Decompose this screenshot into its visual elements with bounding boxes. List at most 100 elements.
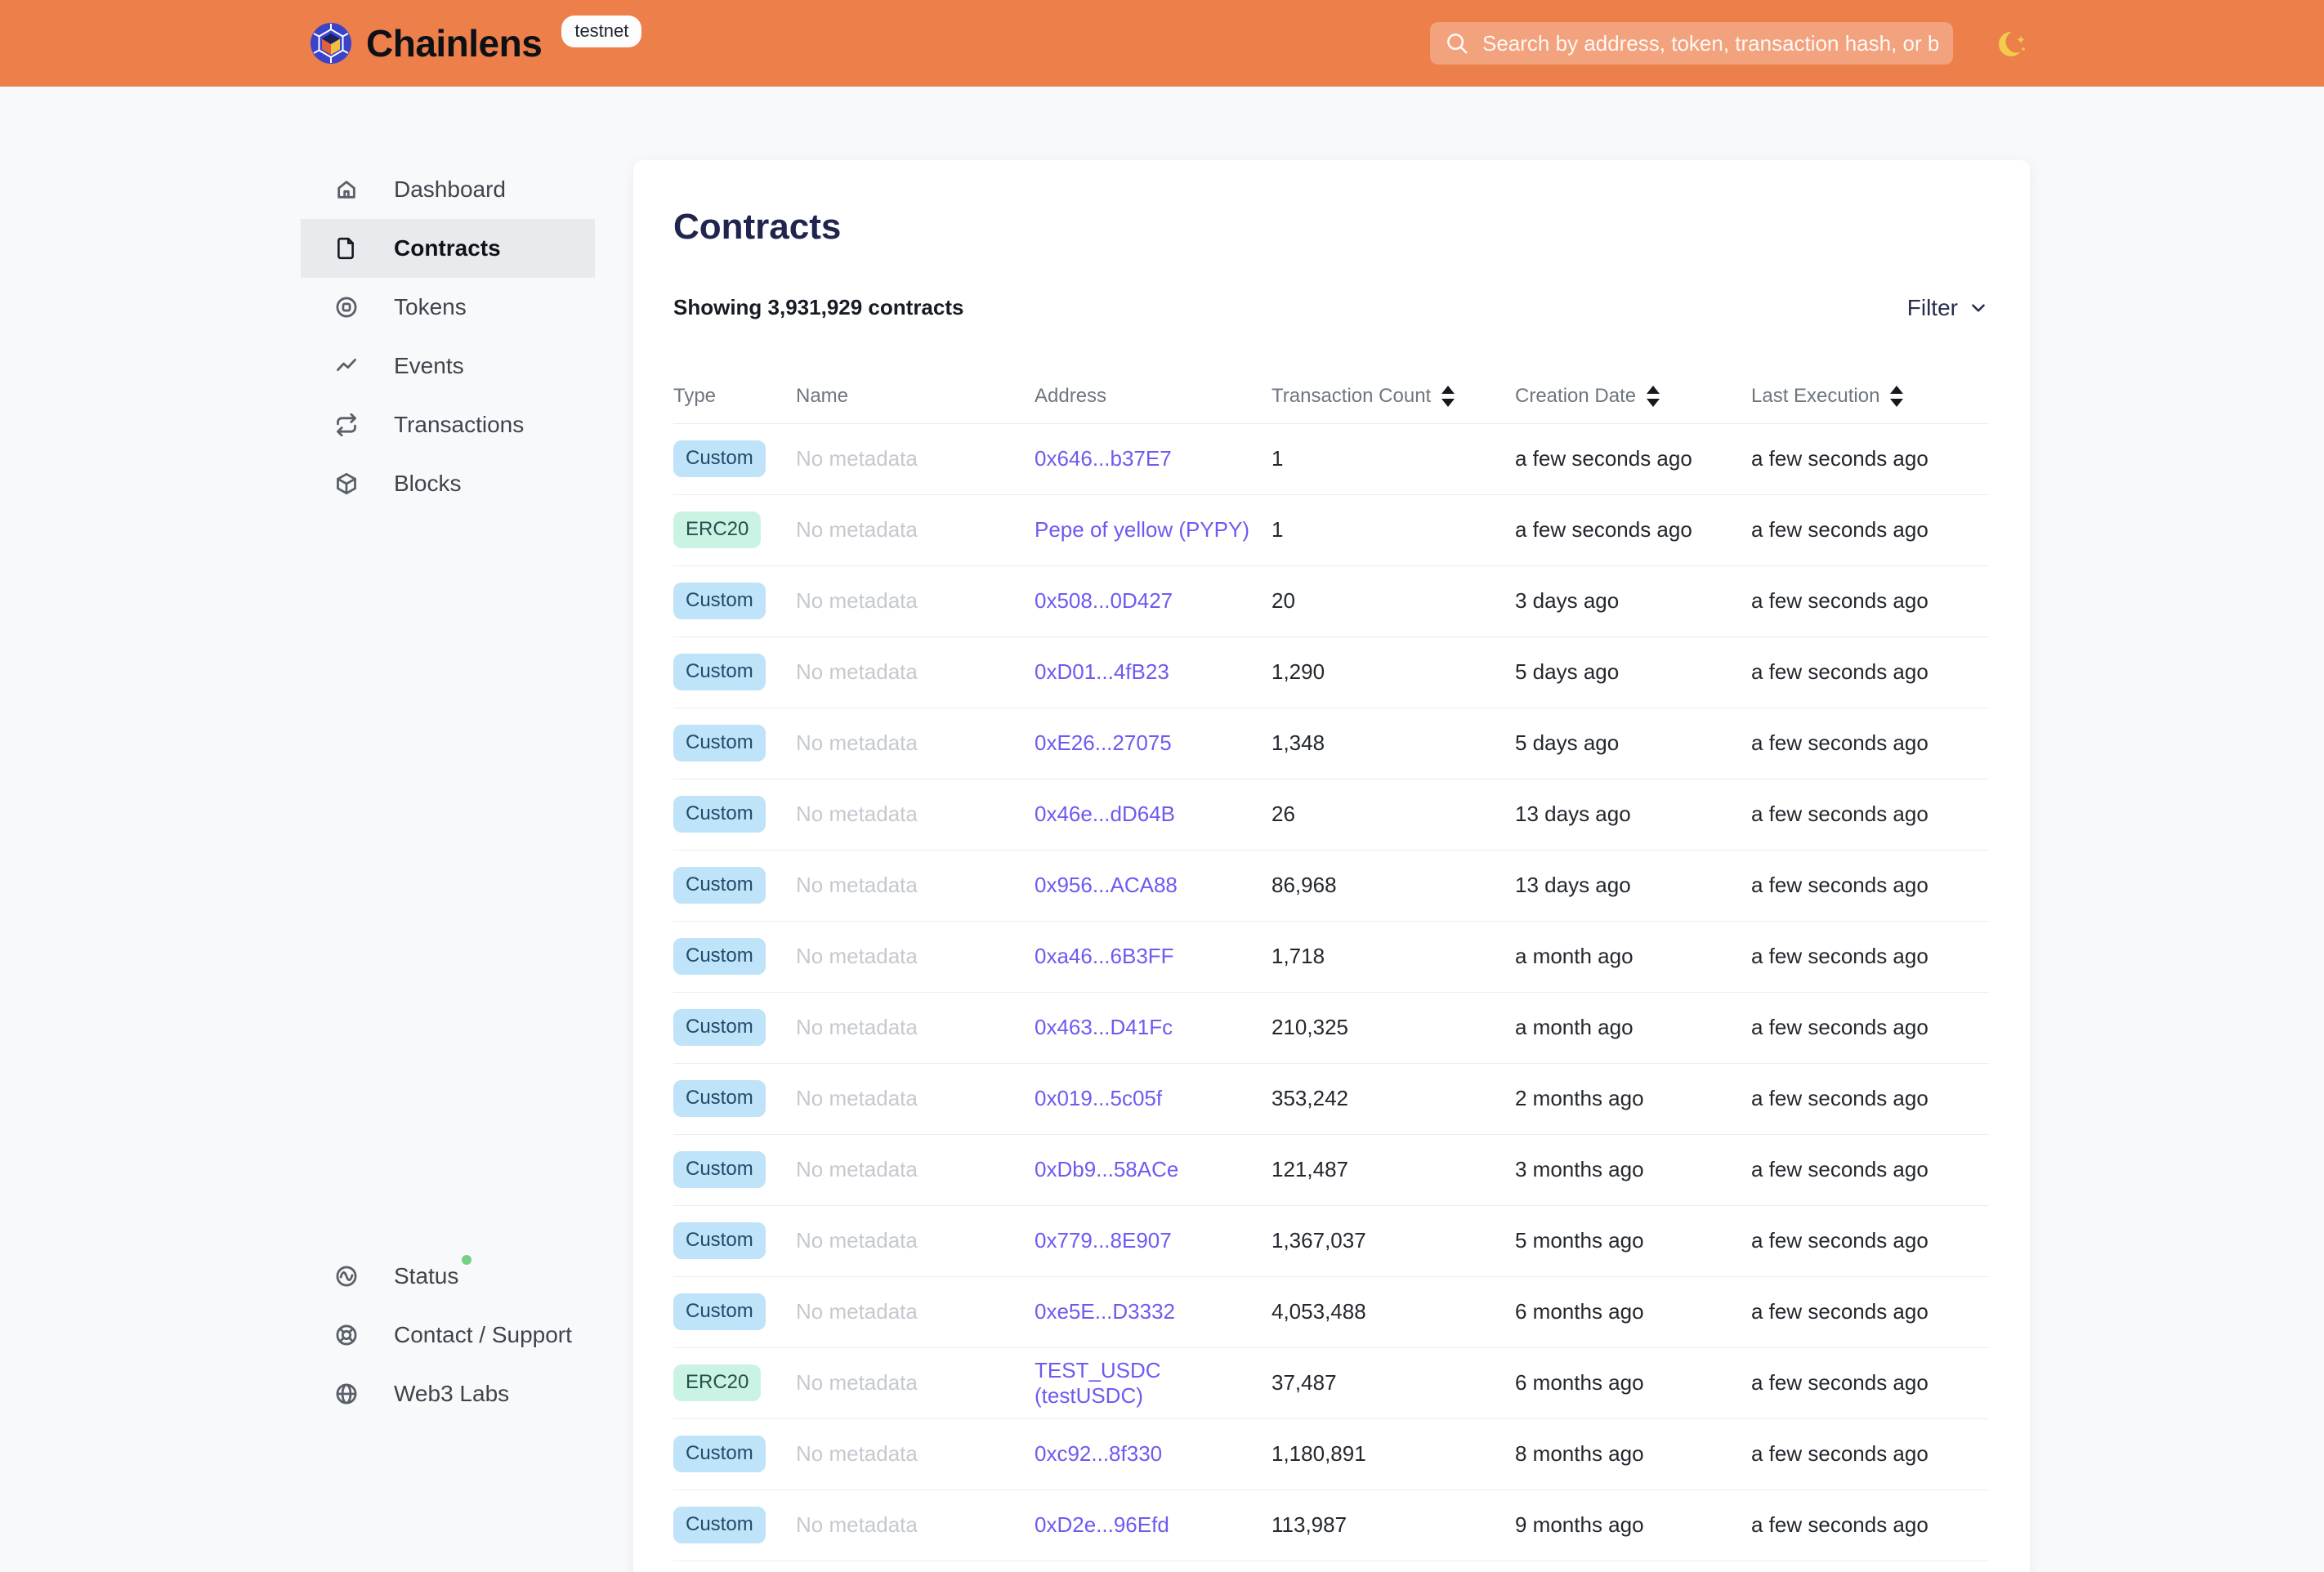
table-row: Custom No metadata 0xa46...6B3FF 1,718 a mon…: [673, 922, 1989, 993]
name-cell: No metadata: [796, 1370, 918, 1396]
name-cell: No metadata: [796, 446, 918, 471]
transaction-count-cell: 121,487: [1271, 1157, 1348, 1182]
column-header-creation-date[interactable]: Creation Date: [1515, 385, 1751, 423]
sidebar-item-events[interactable]: Events: [301, 337, 595, 395]
transaction-count-cell: 37,487: [1271, 1370, 1337, 1396]
creation-date-cell: a few seconds ago: [1515, 446, 1692, 471]
column-header-last-execution[interactable]: Last Execution: [1751, 385, 1989, 423]
column-header-type: Type: [673, 384, 717, 407]
table-row: Custom No metadata 0x019...5c05f 353,242 2 m…: [673, 1064, 1989, 1135]
transaction-count-cell: 1: [1271, 517, 1284, 543]
type-badge: ERC20: [673, 1364, 762, 1402]
document-icon: [335, 237, 358, 260]
transaction-count-cell: 353,242: [1271, 1086, 1348, 1111]
transaction-count-cell: 86,968: [1271, 873, 1337, 898]
search-icon: [1447, 33, 1468, 54]
creation-date-cell: 13 days ago: [1515, 873, 1631, 898]
name-cell: No metadata: [796, 873, 918, 898]
transaction-count-cell: 1,718: [1271, 944, 1325, 969]
creation-date-cell: 3 months ago: [1515, 1157, 1644, 1182]
address-link[interactable]: 0x508...0D427: [1035, 588, 1173, 613]
creation-date-cell: 5 days ago: [1515, 659, 1620, 685]
name-cell: No metadata: [796, 1441, 918, 1467]
table-body: Custom No metadata 0x646...b37E7 1 a few sec…: [673, 424, 1989, 1561]
creation-date-cell: 9 months ago: [1515, 1512, 1644, 1538]
creation-date-cell: 6 months ago: [1515, 1299, 1644, 1324]
last-execution-cell: a few seconds ago: [1751, 517, 1928, 543]
type-badge: Custom: [673, 654, 766, 691]
creation-date-cell: 5 days ago: [1515, 730, 1620, 756]
address-link[interactable]: 0x463...D41Fc: [1035, 1015, 1173, 1039]
name-cell: No metadata: [796, 944, 918, 969]
filter-button[interactable]: Filter: [1907, 295, 1989, 321]
address-link[interactable]: 0xD2e...96Efd: [1035, 1512, 1169, 1537]
last-execution-cell: a few seconds ago: [1751, 1370, 1928, 1396]
table-header-row: Type Name Address Transaction Count Creation…: [673, 367, 1989, 424]
address-link[interactable]: TEST_USDC (testUSDC): [1035, 1358, 1161, 1408]
transaction-count-cell: 1: [1271, 446, 1284, 471]
name-cell: No metadata: [796, 659, 918, 685]
address-link[interactable]: 0x779...8E907: [1035, 1228, 1172, 1253]
sidebar-item-transactions[interactable]: Transactions: [301, 395, 595, 454]
global-search[interactable]: [1430, 22, 1953, 65]
type-badge: Custom: [673, 1151, 766, 1189]
type-badge: Custom: [673, 1080, 766, 1118]
last-execution-cell: a few seconds ago: [1751, 446, 1928, 471]
address-link[interactable]: 0x46e...dD64B: [1035, 802, 1175, 826]
contracts-panel: Contracts Showing 3,931,929 contracts Fi…: [633, 160, 2030, 1572]
address-link[interactable]: 0xE26...27075: [1035, 730, 1172, 755]
creation-date-cell: 2 months ago: [1515, 1086, 1644, 1111]
sidebar-item-status[interactable]: Status: [301, 1247, 595, 1306]
creation-date-cell: a few seconds ago: [1515, 517, 1692, 543]
name-cell: No metadata: [796, 517, 918, 543]
address-link[interactable]: 0x019...5c05f: [1035, 1086, 1162, 1110]
name-cell: No metadata: [796, 802, 918, 827]
column-header-transaction-count[interactable]: Transaction Count: [1271, 385, 1515, 423]
table-row: Custom No metadata 0xe5E...D3332 4,053,488 6…: [673, 1277, 1989, 1348]
address-link[interactable]: 0xe5E...D3332: [1035, 1299, 1175, 1324]
last-execution-cell: a few seconds ago: [1751, 802, 1928, 827]
sidebar-item-blocks[interactable]: Blocks: [301, 454, 595, 513]
last-execution-cell: a few seconds ago: [1751, 1441, 1928, 1467]
table-row: Custom No metadata 0x508...0D427 20 3 days a…: [673, 566, 1989, 637]
sidebar-item-dashboard[interactable]: Dashboard: [301, 160, 595, 219]
address-link[interactable]: 0xD01...4fB23: [1035, 659, 1169, 684]
transaction-count-cell: 1,180,891: [1271, 1441, 1366, 1467]
sidebar-item-contracts[interactable]: Contracts: [301, 219, 595, 278]
table-row: Custom No metadata 0xc92...8f330 1,180,891 8…: [673, 1419, 1989, 1490]
moon-icon[interactable]: [1994, 25, 2031, 62]
transaction-count-cell: 1,290: [1271, 659, 1325, 685]
last-execution-cell: a few seconds ago: [1751, 1512, 1928, 1538]
name-cell: No metadata: [796, 1157, 918, 1182]
address-link[interactable]: 0xc92...8f330: [1035, 1441, 1162, 1466]
sort-icon[interactable]: [1889, 385, 1904, 413]
table-row: ERC20 No metadata TEST_USDC (testUSDC) 37,4…: [673, 1348, 1989, 1419]
sidebar-item-contact-support[interactable]: Contact / Support: [301, 1306, 595, 1364]
repeat-icon: [335, 413, 358, 436]
sort-icon[interactable]: [1441, 385, 1455, 413]
type-badge: Custom: [673, 1436, 766, 1473]
last-execution-cell: a few seconds ago: [1751, 944, 1928, 969]
type-badge: Custom: [673, 1222, 766, 1260]
last-execution-cell: a few seconds ago: [1751, 588, 1928, 614]
last-execution-cell: a few seconds ago: [1751, 1299, 1928, 1324]
last-execution-cell: a few seconds ago: [1751, 1086, 1928, 1111]
search-input[interactable]: [1482, 30, 1938, 56]
sidebar-item-web3-labs[interactable]: Web3 Labs: [301, 1364, 595, 1423]
sidebar-item-tokens[interactable]: Tokens: [301, 278, 595, 337]
name-cell: No metadata: [796, 1086, 918, 1111]
cube-icon: [335, 472, 358, 495]
contracts-table: Type Name Address Transaction Count Creation…: [673, 367, 1989, 1561]
token-icon: [335, 296, 358, 319]
sort-icon[interactable]: [1646, 385, 1660, 413]
last-execution-cell: a few seconds ago: [1751, 873, 1928, 898]
address-link[interactable]: 0x956...ACA88: [1035, 873, 1178, 897]
address-link[interactable]: 0xDb9...58ACe: [1035, 1157, 1178, 1181]
name-cell: No metadata: [796, 730, 918, 756]
brand[interactable]: Chainlens testnet: [311, 0, 642, 87]
pulse-icon: [335, 1265, 358, 1288]
status-online-dot: [462, 1255, 472, 1265]
address-link[interactable]: 0x646...b37E7: [1035, 446, 1172, 471]
address-link[interactable]: 0xa46...6B3FF: [1035, 944, 1174, 968]
address-link[interactable]: Pepe of yellow (PYPY): [1035, 517, 1249, 542]
